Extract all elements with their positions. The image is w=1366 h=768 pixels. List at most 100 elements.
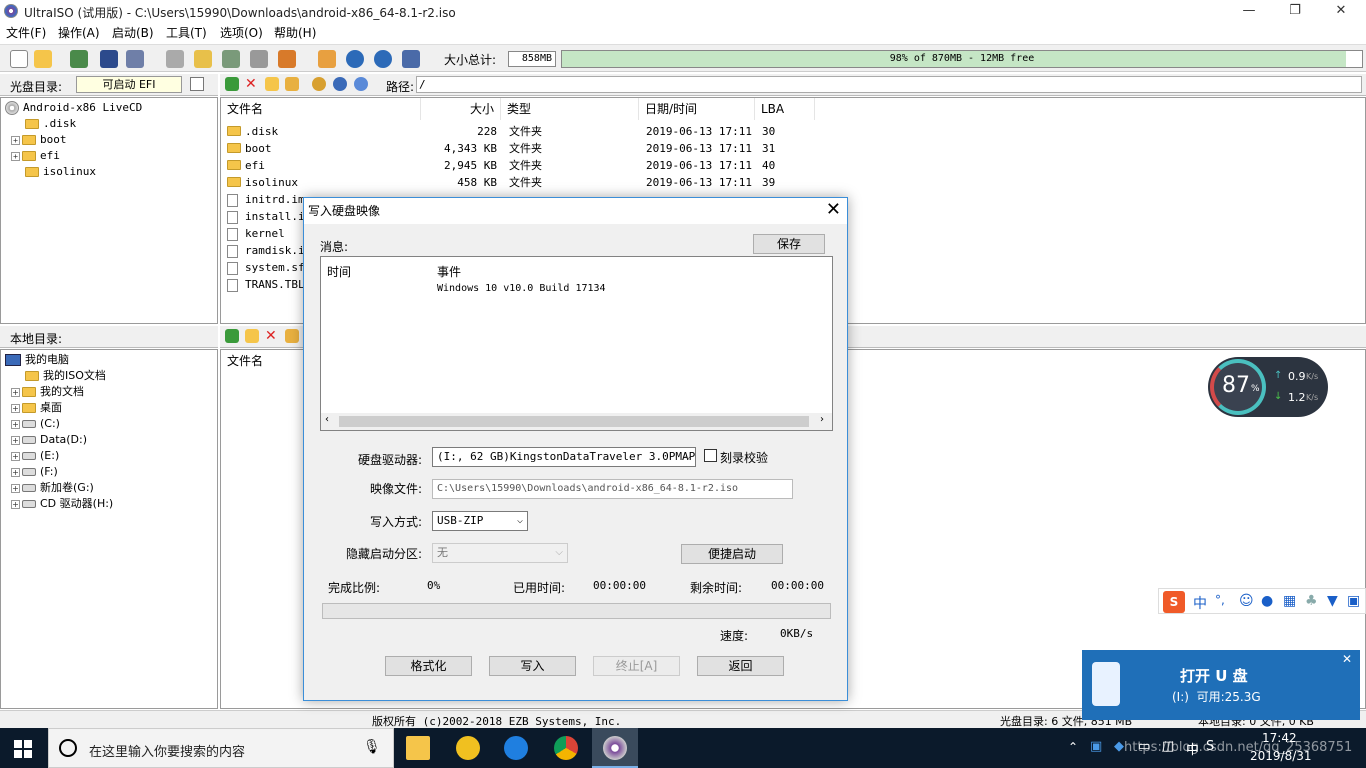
usb-popup-title[interactable]: 打开 U 盘 [1180,665,1248,686]
tray-app-icon[interactable]: ▣ [1090,739,1102,754]
table-row[interactable]: efi 2,945 KB 文件夹 2019-06-13 17:11 40 [221,157,821,174]
rename-icon[interactable] [285,77,299,91]
col-lba[interactable]: LBA [755,98,815,120]
write-button[interactable]: 写入 [489,656,576,676]
chrome-icon[interactable] [554,736,578,760]
tree-item-isolinux[interactable]: isolinux [25,164,96,180]
table-row[interactable]: isolinux 458 KB 文件夹 2019-06-13 17:11 39 [221,174,821,191]
tree-item-local[interactable]: + (E:) [11,448,59,464]
tray-expand-icon[interactable]: ⌃ [1068,740,1078,754]
expand-icon[interactable]: + [11,403,20,413]
expand-icon[interactable]: + [11,451,20,461]
verify-checkbox[interactable] [704,449,717,462]
up-folder-icon[interactable] [225,77,239,91]
menu-options[interactable]: 选项(O) [220,24,263,41]
ultraiso-taskbar-button[interactable] [592,728,638,768]
save-icon[interactable] [100,50,118,68]
expand-icon[interactable]: + [11,387,20,397]
tree-item-boot[interactable]: + boot [11,132,67,148]
delete-icon[interactable]: ✕ [245,77,259,91]
boot-edit-icon[interactable] [190,77,204,91]
make-cd-image-icon[interactable] [166,50,184,68]
tree-item-local[interactable]: + 桌面 [11,400,62,416]
minimize-button[interactable]: — [1226,0,1272,22]
up-folder-icon[interactable] [225,329,239,343]
tree-item-local[interactable]: + Data(D:) [11,432,87,448]
tree-item-local[interactable]: + (C:) [11,416,60,432]
expand-icon[interactable]: + [11,435,20,445]
log-col-time[interactable]: 时间 [327,263,351,280]
ime-punct-toggle[interactable]: °, [1215,593,1225,607]
image-file-field[interactable]: C:\Users\15990\Downloads\android-x86_64-… [432,479,793,499]
tree-item-local[interactable]: + 新加卷(G:) [11,480,94,496]
menu-file[interactable]: 文件(F) [6,24,46,41]
help-icon[interactable] [374,50,392,68]
compress-icon[interactable] [194,50,212,68]
menu-boot[interactable]: 启动(B) [112,24,154,41]
network-speed-widget[interactable]: 87 % ↑ 0.9 K/s ↓ 1.2 K/s [1208,357,1328,417]
col-type[interactable]: 类型 [501,98,639,120]
save-log-button[interactable]: 保存 [753,234,825,254]
stop-button[interactable]: 终止[A] [593,656,680,676]
expand-icon[interactable]: + [11,419,20,429]
dialog-close-button[interactable]: ✕ [826,200,841,220]
virtual-drive-icon[interactable] [278,50,296,68]
scroll-right-icon[interactable]: › [820,414,824,425]
table-row[interactable]: boot 4,343 KB 文件夹 2019-06-13 17:11 31 [221,140,821,157]
ime-lang-toggle[interactable]: 中 [1193,593,1207,613]
user-icon[interactable]: ♣ [1305,593,1318,609]
format-button[interactable]: 格式化 [385,656,472,676]
skin-icon[interactable]: ▼ [1327,593,1338,609]
app-360-icon[interactable] [456,736,480,760]
emoji-icon[interactable]: ☺ [1239,593,1254,609]
usb-popup-close-icon[interactable]: ✕ [1342,652,1352,666]
menu-action[interactable]: 操作(A) [58,24,100,41]
file-explorer-icon[interactable] [406,736,430,760]
expand-icon[interactable]: + [11,135,20,145]
new-folder-icon[interactable] [245,329,259,343]
open-icon[interactable] [34,50,52,68]
expand-icon[interactable]: + [11,467,20,477]
col-datetime[interactable]: 日期/时间 [639,98,755,120]
microphone-icon[interactable]: ● [1261,593,1273,609]
menu-tools[interactable]: 工具(T) [166,24,207,41]
taskbar-search-box[interactable]: 在这里输入你要搜索的内容 🎙 [48,728,394,768]
feishu-icon[interactable] [504,736,528,760]
hidden-partition-select[interactable]: 无 ⌵ [432,543,568,563]
tree-item-local[interactable]: + 我的文档 [11,384,84,400]
mount-icon[interactable] [250,50,268,68]
settings-gear-icon[interactable] [333,77,347,91]
refresh-icon[interactable] [354,77,368,91]
exit-icon[interactable] [402,50,420,68]
windows-start-icon[interactable] [14,740,32,758]
keyboard-icon[interactable]: ▦ [1283,593,1296,609]
scroll-thumb[interactable] [339,416,809,427]
menu-help[interactable]: 帮助(H) [274,24,316,41]
burn-icon[interactable] [222,50,240,68]
extract-icon[interactable] [70,50,88,68]
tree-item-disk[interactable]: .disk [25,116,76,132]
new-folder-icon[interactable] [265,77,279,91]
close-button[interactable]: ✕ [1318,0,1364,22]
quick-boot-button[interactable]: 便捷启动 [681,544,783,564]
sogou-logo-icon[interactable]: S [1163,591,1185,613]
tree-item-local[interactable]: + CD 驱动器(H:) [11,496,113,512]
properties-icon[interactable] [312,77,326,91]
tree-item-my-computer[interactable]: 我的电脑 [5,352,69,368]
info-icon[interactable] [346,50,364,68]
col-filename[interactable]: 文件名 [221,98,421,120]
usb-popup[interactable]: 打开 U 盘 (I:) 可用:25.3G ✕ [1082,650,1360,720]
expand-icon[interactable]: + [11,483,20,493]
tree-item-local[interactable]: + (F:) [11,464,58,480]
restore-button[interactable]: ❐ [1272,0,1318,22]
tree-item-local[interactable]: 我的ISO文档 [25,368,106,384]
rename-icon[interactable] [285,329,299,343]
boot-type-field[interactable]: 可启动 EFI [76,76,182,93]
table-row[interactable]: .disk 228 文件夹 2019-06-13 17:11 30 [221,123,821,140]
scroll-left-icon[interactable]: ‹ [325,414,329,425]
log-horizontal-scrollbar[interactable]: ‹ › [321,413,832,430]
back-button[interactable]: 返回 [697,656,784,676]
drive-select[interactable]: (I:, 62 GB)KingstonDataTraveler 3.0PMAP ⌵ [432,447,696,467]
microphone-icon[interactable]: 🎙 [363,739,381,755]
expand-icon[interactable]: + [11,151,20,161]
